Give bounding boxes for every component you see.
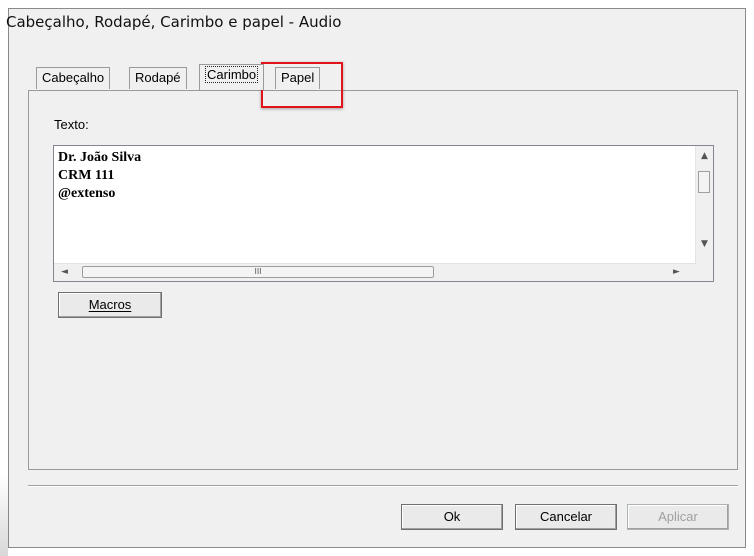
tab-cabecalho-label: Cabeçalho — [42, 70, 105, 85]
tab-rodape[interactable]: Rodapé — [129, 67, 187, 89]
cancelar-button[interactable]: Cancelar — [515, 504, 617, 530]
aplicar-button: Aplicar — [627, 504, 729, 530]
scroll-right-icon[interactable]: ► — [668, 264, 685, 281]
cancelar-button-label: Cancelar — [539, 509, 593, 524]
ok-button[interactable]: Ok — [401, 504, 503, 530]
texto-line: Dr. João Silva — [58, 150, 142, 165]
vertical-scrollbar[interactable]: ▲ ▼ — [695, 146, 713, 264]
tab-rodape-label: Rodapé — [135, 70, 181, 85]
scrollbar-corner — [696, 264, 713, 281]
aplicar-button-label: Aplicar — [658, 509, 698, 524]
horizontal-scrollbar[interactable]: ◄ III ► — [54, 263, 696, 281]
scroll-down-icon[interactable]: ▼ — [696, 236, 713, 253]
texto-line: CRM 111 — [58, 168, 115, 183]
vertical-scroll-thumb[interactable] — [698, 171, 710, 193]
scroll-up-icon[interactable]: ▲ — [696, 148, 713, 165]
window-title: Cabeçalho, Rodapé, Carimbo e papel - Aud… — [6, 13, 342, 31]
tab-carimbo-label: Carimbo — [205, 66, 259, 83]
texto-label: Texto: — [54, 117, 89, 132]
separator — [28, 485, 738, 487]
horizontal-scroll-thumb[interactable]: III — [82, 266, 434, 278]
papel-tab-highlight — [261, 62, 343, 108]
background-edge — [0, 475, 8, 556]
macros-button-label: Macros — [88, 297, 132, 312]
macros-button[interactable]: Macros — [58, 292, 162, 318]
scroll-left-icon[interactable]: ◄ — [56, 264, 73, 281]
ok-button-label: Ok — [443, 509, 461, 524]
texto-textarea[interactable]: Dr. João Silva CRM 111 @extenso ▲ ▼ ◄ II… — [53, 145, 714, 282]
texto-content: Dr. João Silva CRM 111 @extenso — [58, 149, 141, 203]
tab-cabecalho[interactable]: Cabeçalho — [36, 67, 111, 89]
tab-carimbo[interactable]: Carimbo — [199, 64, 265, 90]
texto-line: @extenso — [58, 186, 116, 201]
